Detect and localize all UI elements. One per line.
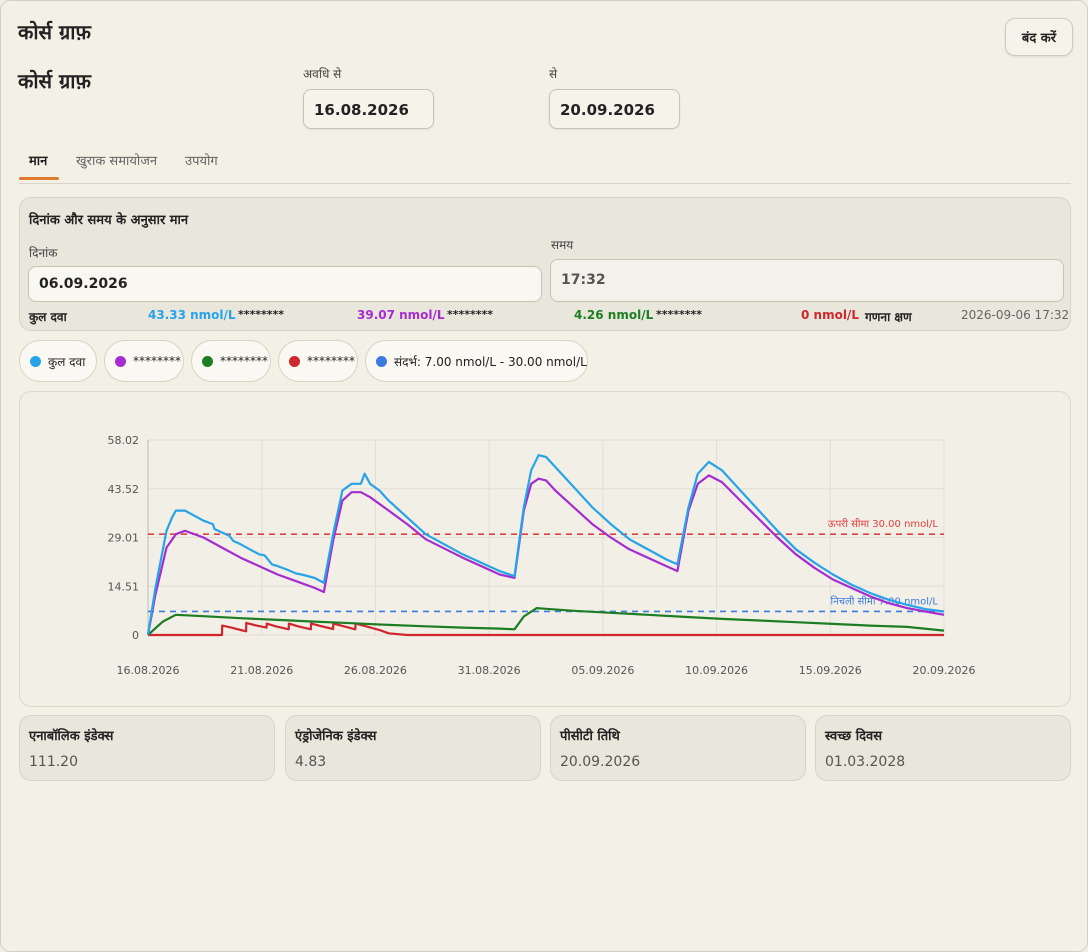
series-line-3	[148, 621, 944, 637]
page-title: कोर्स ग्राफ़	[18, 69, 91, 93]
calc-moment-label: गणना क्षण	[865, 310, 912, 324]
legend-label-reference: संदर्भ: 7.00 nmol/L - 30.00 nmol/L	[394, 354, 587, 369]
tab-usage[interactable]: उपयोग	[185, 151, 218, 169]
values-panel: दिनांक और समय के अनुसार मान दिनांक 06.09…	[19, 197, 1071, 331]
tab-bar: मान खुराक समायोजन उपयोग	[19, 145, 1071, 184]
stat-androgenic-index: एंड्रोजेनिक इंडेक्स 4.83	[285, 715, 541, 781]
y-tick-label: 43.52	[108, 483, 140, 496]
legend-dot-series2	[202, 355, 213, 367]
x-tick-label: 05.09.2026	[571, 664, 634, 677]
series1-name: ********	[238, 308, 285, 321]
period-from-label: अवधि से	[303, 67, 342, 81]
y-tick-label: 29.01	[108, 532, 140, 545]
stat-clean-days: स्वच्छ दिवस 01.03.2028	[815, 715, 1071, 781]
legend-chip-series2[interactable]: ********	[191, 340, 271, 382]
total-label: कुल दवा	[29, 310, 67, 324]
legend-chip-series1[interactable]: ********	[104, 340, 184, 382]
stat-value: 4.83	[295, 754, 327, 770]
stat-value: 111.20	[29, 754, 78, 770]
upper-reference-label: ऊपरी सीमा 30.00 nmol/L	[828, 518, 939, 530]
stat-title: स्वच्छ दिवस	[825, 729, 882, 744]
legend-label-series1: ********	[133, 354, 181, 368]
total-value: 43.33 nmol/L	[148, 308, 236, 322]
stat-title: एंड्रोजेनिक इंडेक्स	[295, 729, 377, 744]
period-to-label: से	[549, 67, 558, 81]
values-panel-title: दिनांक और समय के अनुसार मान	[29, 213, 189, 228]
legend-chip-series3[interactable]: ********	[278, 340, 358, 382]
x-tick-label: 20.09.2026	[913, 664, 976, 677]
time-label: समय	[551, 238, 574, 252]
tab-values[interactable]: मान	[29, 151, 47, 169]
stat-pct-date: पीसीटी तिथि 20.09.2026	[550, 715, 806, 781]
legend-dot-total	[30, 355, 41, 367]
stat-anabolic-index: एनाबॉलिक इंडेक्स 111.20	[19, 715, 275, 781]
x-tick-label: 15.09.2026	[799, 664, 862, 677]
period-to-input[interactable]: 20.09.2026	[549, 89, 680, 129]
series3-value: 0 nmol/L	[801, 308, 859, 322]
legend-dot-reference	[376, 355, 387, 367]
legend-chip-reference[interactable]: संदर्भ: 7.00 nmol/L - 30.00 nmol/L	[365, 340, 588, 382]
series3-name: ********	[656, 308, 703, 321]
course-chart: 58.02 43.52 29.01 14.51 0 16.08.2026 21.08.202…	[108, 434, 976, 677]
date-label: दिनांक	[29, 246, 58, 260]
x-tick-label: 16.08.2026	[117, 664, 180, 677]
series2-value: 4.26 nmol/L	[574, 308, 654, 322]
chart-card: 58.02 43.52 29.01 14.51 0 16.08.2026 21.08.202…	[19, 391, 1071, 707]
x-tick-label: 31.08.2026	[458, 664, 521, 677]
legend-chip-total[interactable]: कुल दवा	[19, 340, 97, 382]
x-tick-label: 26.08.2026	[344, 664, 407, 677]
legend-label-series3: ********	[307, 354, 355, 368]
stat-value: 20.09.2026	[560, 754, 641, 770]
legend-label-series2: ********	[220, 354, 268, 368]
legend-dot-series3	[289, 355, 300, 367]
legend-label-total: कुल दवा	[48, 354, 86, 369]
stat-value: 01.03.2028	[825, 754, 906, 770]
calc-moment-value: 2026-09-06 17:32	[961, 308, 1070, 322]
close-button[interactable]: बंद करें	[1005, 18, 1073, 56]
stat-title: पीसीटी तिथि	[560, 729, 620, 744]
series1-value: 39.07 nmol/L	[357, 308, 445, 322]
active-tab-indicator	[19, 177, 59, 180]
time-input[interactable]: 17:32	[550, 259, 1064, 302]
app-window: कोर्स ग्राफ़ बंद करें कोर्स ग्राफ़ अवधि …	[0, 0, 1088, 952]
series2-name: ********	[447, 308, 494, 321]
period-from-input[interactable]: 16.08.2026	[303, 89, 434, 129]
legend-dot-series1	[115, 355, 126, 367]
window-title: कोर्स ग्राफ़	[18, 20, 91, 44]
y-tick-label: 0	[132, 629, 139, 642]
y-tick-label: 58.02	[108, 434, 140, 447]
x-tick-label: 10.09.2026	[685, 664, 748, 677]
y-tick-label: 14.51	[108, 580, 140, 593]
date-input[interactable]: 06.09.2026	[28, 266, 542, 302]
stat-title: एनाबॉलिक इंडेक्स	[29, 729, 114, 744]
tab-dose-adjustment[interactable]: खुराक समायोजन	[76, 151, 157, 169]
x-tick-label: 21.08.2026	[230, 664, 293, 677]
